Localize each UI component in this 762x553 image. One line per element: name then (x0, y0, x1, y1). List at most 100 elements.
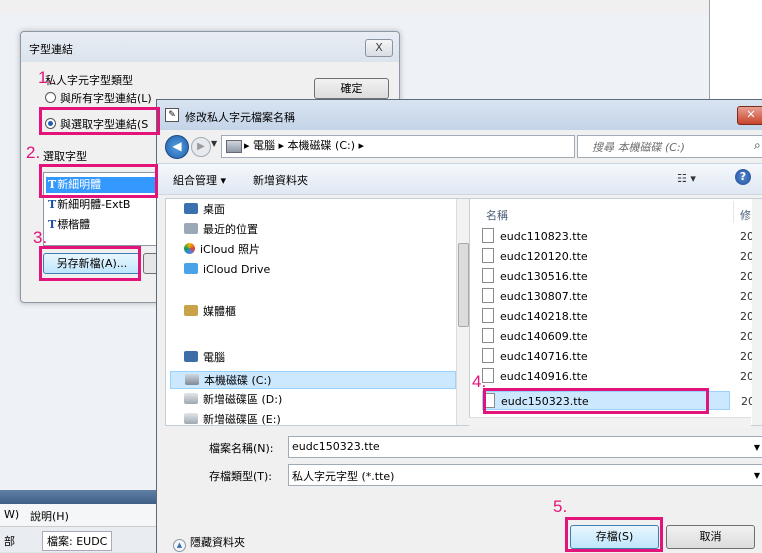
nav-item-icloud-drive[interactable]: iCloud Drive (184, 261, 270, 279)
select-font-label: 選取字型 (43, 150, 87, 163)
file-row[interactable]: eudc120120.tte 20 (482, 247, 754, 266)
filename-input[interactable]: eudc150323.tte ▼ (288, 436, 762, 458)
address-row: ◀ ▶ ▼ ▸ 電腦 ▸ 本機磁碟 (C:) ▸ ▼ ⟳ 搜尋 本機磁碟 (C:… (157, 130, 762, 162)
highlight-step-2 (39, 164, 158, 198)
highlight-step-4 (483, 388, 709, 414)
file-icon (482, 348, 494, 363)
step-label-5: 5. (553, 497, 568, 516)
highlight-step-1 (39, 107, 160, 135)
highlight-step-3 (39, 246, 141, 281)
dialog-footer: ▲ 隱藏資料夾 存檔(S) 取消 (157, 496, 762, 553)
search-icon[interactable]: ⌕ (754, 138, 761, 153)
editor-menu-bar: W) 說明(H) (0, 504, 157, 527)
file-icon (482, 308, 494, 323)
horizontal-scrollbar[interactable] (469, 417, 751, 429)
search-placeholder: 搜尋 本機磁碟 (C:) (592, 141, 685, 154)
navigation-pane[interactable]: 桌面 最近的位置 iCloud 照片 iCloud Drive 媒體櫃 電腦 本… (165, 198, 469, 426)
organize-button[interactable]: 組合管理 ▾ (173, 172, 226, 188)
edit-icon: ✎ (165, 108, 179, 122)
truetype-icon: T (48, 198, 57, 211)
file-icon (482, 268, 494, 283)
command-bar: 組合管理 ▾ 新增資料夾 ☷ ▾ ? (157, 163, 762, 195)
radio-circle-icon (45, 92, 56, 103)
nav-scrollbar-thumb[interactable] (458, 243, 469, 327)
filename-value: eudc150323.tte (292, 440, 380, 453)
radio-link-all[interactable]: 與所有字型連結(L) (45, 90, 152, 106)
recent-places-icon (184, 223, 198, 234)
nav-item-libraries[interactable]: 媒體櫃 (184, 303, 236, 321)
file-row[interactable]: eudc140609.tte 20 (482, 327, 754, 346)
column-separator[interactable] (733, 201, 734, 223)
font-link-titlebar: 字型連結 X (21, 32, 399, 62)
background-toolbar (0, 0, 710, 14)
font-item-2[interactable]: T標楷體 (46, 217, 156, 233)
chevron-up-icon: ▲ (173, 539, 186, 552)
file-row[interactable]: eudc140716.tte 20 (482, 347, 754, 366)
status-file-name: 檔案: EUDC (42, 531, 113, 551)
step-label-4: 4. (472, 372, 487, 391)
back-arrow-icon[interactable]: ◀ (165, 135, 189, 159)
filetype-value: 私人字元字型 (*.tte) (292, 470, 395, 483)
search-input[interactable]: 搜尋 本機磁碟 (C:) ⌕ (577, 135, 762, 158)
nav-item-drive-d[interactable]: 新增磁碟區 (D:) (184, 391, 282, 409)
cancel-button[interactable]: 取消 (666, 525, 755, 549)
filetype-select[interactable]: 私人字元字型 (*.tte) ▼ (288, 464, 762, 486)
hide-folders-toggle[interactable]: ▲ 隱藏資料夾 (173, 534, 245, 552)
menu-item-help[interactable]: 說明(H) (30, 508, 69, 524)
breadcrumb[interactable]: ▸ 電腦 ▸ 本機磁碟 (C:) ▸ (244, 139, 364, 153)
address-bar[interactable]: ▸ 電腦 ▸ 本機磁碟 (C:) ▸ ▼ ⟳ (221, 135, 623, 158)
file-row[interactable]: eudc130807.tte 20 (482, 287, 754, 306)
new-folder-button[interactable]: 新增資料夾 (253, 172, 308, 188)
truetype-icon: T (48, 218, 57, 231)
step-label-3: 3. (33, 228, 48, 247)
forward-arrow-icon[interactable]: ▶ (191, 137, 211, 157)
drive-icon (184, 413, 198, 424)
nav-item-computer[interactable]: 電腦 (184, 349, 225, 367)
save-dialog-titlebar: ✎ 修改私人字元檔案名稱 ✕ (157, 100, 762, 130)
private-font-type-label: 私人字元字型類型 (45, 74, 133, 87)
highlight-step-5 (565, 517, 663, 552)
status-left-text: 部 (4, 535, 15, 548)
editor-menu-area: W) 說明(H) 部 檔案: EUDC (0, 490, 157, 552)
save-file-dialog: ✎ 修改私人字元檔案名稱 ✕ ◀ ▶ ▼ ▸ 電腦 ▸ 本機磁碟 (C:) ▸ … (156, 99, 762, 553)
chevron-down-icon[interactable]: ▼ (754, 443, 760, 452)
filename-label: 檔案名稱(N): (209, 442, 274, 455)
file-icon (482, 228, 494, 243)
step-label-1: 1. (38, 68, 53, 87)
libraries-icon (184, 305, 198, 316)
ok-button[interactable]: 確定 (314, 78, 389, 99)
nav-item-drive-e[interactable]: 新增磁碟區 (E:) (184, 411, 281, 429)
save-dialog-close-button[interactable]: ✕ (737, 106, 762, 125)
file-row[interactable]: eudc110823.tte 20 (482, 227, 754, 246)
drive-icon (226, 140, 242, 153)
file-icon (482, 288, 494, 303)
file-icon (482, 328, 494, 343)
nav-item-recent[interactable]: 最近的位置 (184, 221, 258, 239)
history-dropdown-icon[interactable]: ▼ (211, 139, 217, 148)
editor-title-strip (0, 490, 157, 504)
font-link-close-button[interactable]: X (365, 39, 393, 57)
desktop-icon (184, 203, 198, 214)
menu-item-window[interactable]: W) (4, 508, 19, 521)
file-icon (482, 248, 494, 263)
file-row[interactable]: eudc130516.tte 20 (482, 267, 754, 286)
column-header-modified[interactable]: 修 (740, 207, 751, 223)
nav-item-desktop[interactable]: 桌面 (184, 201, 225, 219)
view-options-icon[interactable]: ☷ ▾ (677, 172, 696, 185)
file-row[interactable]: eudc140218.tte 20 (482, 307, 754, 326)
chevron-down-icon[interactable]: ▼ (754, 471, 760, 480)
drive-icon (185, 374, 199, 385)
help-button[interactable]: ? (735, 169, 751, 185)
font-item-1[interactable]: T新細明體-ExtB (46, 197, 156, 213)
file-row[interactable]: eudc140916.tte 20 (482, 367, 754, 386)
file-list-scrollbar[interactable] (752, 199, 762, 425)
icloud-drive-icon (184, 263, 198, 274)
drive-icon (184, 393, 198, 404)
nav-item-drive-c[interactable]: 本機磁碟 (C:) (170, 371, 456, 389)
column-header-name[interactable]: 名稱 (486, 207, 508, 223)
step-label-2: 2. (26, 143, 41, 162)
nav-item-icloud-photos[interactable]: iCloud 照片 (184, 241, 260, 259)
editor-status-bar: 部 檔案: EUDC (0, 527, 157, 552)
computer-icon (184, 351, 198, 362)
nav-scrollbar[interactable] (456, 199, 469, 425)
